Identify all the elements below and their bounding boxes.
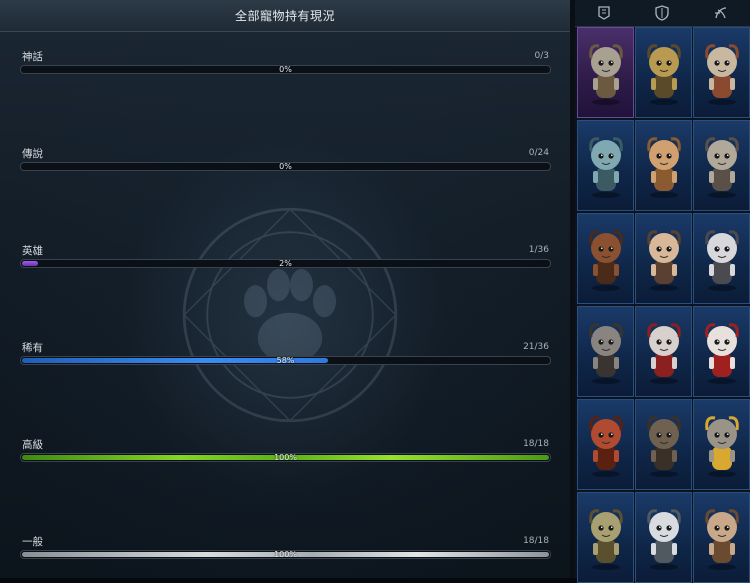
ram-warrior-pet-icon <box>704 136 739 198</box>
collection-panel: 全部寵物持有現況 神話 0/3 0% 傳說 0/24 0% 英雄 1/36 2% 稀有 21/36 5… <box>0 0 570 578</box>
owned-count: 0/24 <box>528 148 549 158</box>
tab-swirl[interactable] <box>692 0 750 26</box>
percent-text: 100% <box>274 453 297 462</box>
pet-card[interactable] <box>693 213 750 304</box>
owned-count: 18/18 <box>523 439 549 449</box>
silver-knight-pet-icon <box>646 508 681 570</box>
percent-text: 0% <box>279 65 292 74</box>
pet-card[interactable] <box>693 399 750 490</box>
bearded-king-pet-icon <box>646 136 681 198</box>
banner-icon <box>598 6 610 20</box>
pet-grid <box>577 27 750 583</box>
swirl-icon <box>714 7 726 19</box>
rarity-label: 一般 <box>22 536 43 548</box>
warrior-pet-icon <box>704 43 739 105</box>
masked-pet-icon <box>704 322 739 384</box>
hooded-pet-icon <box>646 415 681 477</box>
rarity-label: 英雄 <box>22 245 43 257</box>
owned-count: 1/36 <box>528 245 549 255</box>
pet-card[interactable] <box>577 306 634 397</box>
pet-card[interactable] <box>577 120 634 211</box>
category-tabs <box>575 0 750 27</box>
pale-ghoul-pet-icon <box>646 322 681 384</box>
pet-card[interactable] <box>693 27 750 118</box>
pet-card[interactable] <box>635 492 692 583</box>
pet-card[interactable] <box>635 306 692 397</box>
owned-count: 18/18 <box>523 536 549 546</box>
white-hair-pet-icon <box>704 229 739 291</box>
red-beast-pet-icon <box>588 415 623 477</box>
boar-knight-pet-icon <box>588 322 623 384</box>
rarity-label: 神話 <box>22 51 43 63</box>
owned-count: 21/36 <box>523 342 549 352</box>
gold-helmet-pet-icon <box>646 43 681 105</box>
tab-shield[interactable] <box>633 0 691 26</box>
goat-horned-pet-icon <box>588 43 623 105</box>
shield-icon <box>655 5 670 21</box>
pet-card[interactable] <box>577 399 634 490</box>
horned-dragon-pet-icon <box>588 508 623 570</box>
pet-card[interactable] <box>693 120 750 211</box>
pet-card[interactable] <box>577 492 634 583</box>
elf-girl-pet-icon <box>646 229 681 291</box>
rarity-label: 稀有 <box>22 342 43 354</box>
percent-text: 100% <box>274 550 297 559</box>
ice-horned-pet-icon <box>588 136 623 198</box>
panel-title: 全部寵物持有現況 <box>0 0 570 32</box>
pet-card[interactable] <box>635 120 692 211</box>
tab-banner[interactable] <box>575 0 633 26</box>
percent-text: 58% <box>276 356 295 365</box>
pet-card[interactable] <box>635 399 692 490</box>
pet-card[interactable] <box>693 492 750 583</box>
pet-list-panel <box>575 0 750 583</box>
stone-golem-pet-icon <box>704 415 739 477</box>
pet-card[interactable] <box>577 27 634 118</box>
rarity-label: 傳說 <box>22 148 43 160</box>
paw-emblem-icon <box>182 207 398 423</box>
pet-card[interactable] <box>635 213 692 304</box>
spiked-pet-icon <box>704 508 739 570</box>
percent-text: 2% <box>279 259 292 268</box>
monkey-pet-icon <box>588 229 623 291</box>
rarity-label: 高級 <box>22 439 43 451</box>
owned-count: 0/3 <box>534 51 549 61</box>
percent-text: 0% <box>279 162 292 171</box>
pet-card[interactable] <box>577 213 634 304</box>
pet-card[interactable] <box>693 306 750 397</box>
pet-card[interactable] <box>635 27 692 118</box>
